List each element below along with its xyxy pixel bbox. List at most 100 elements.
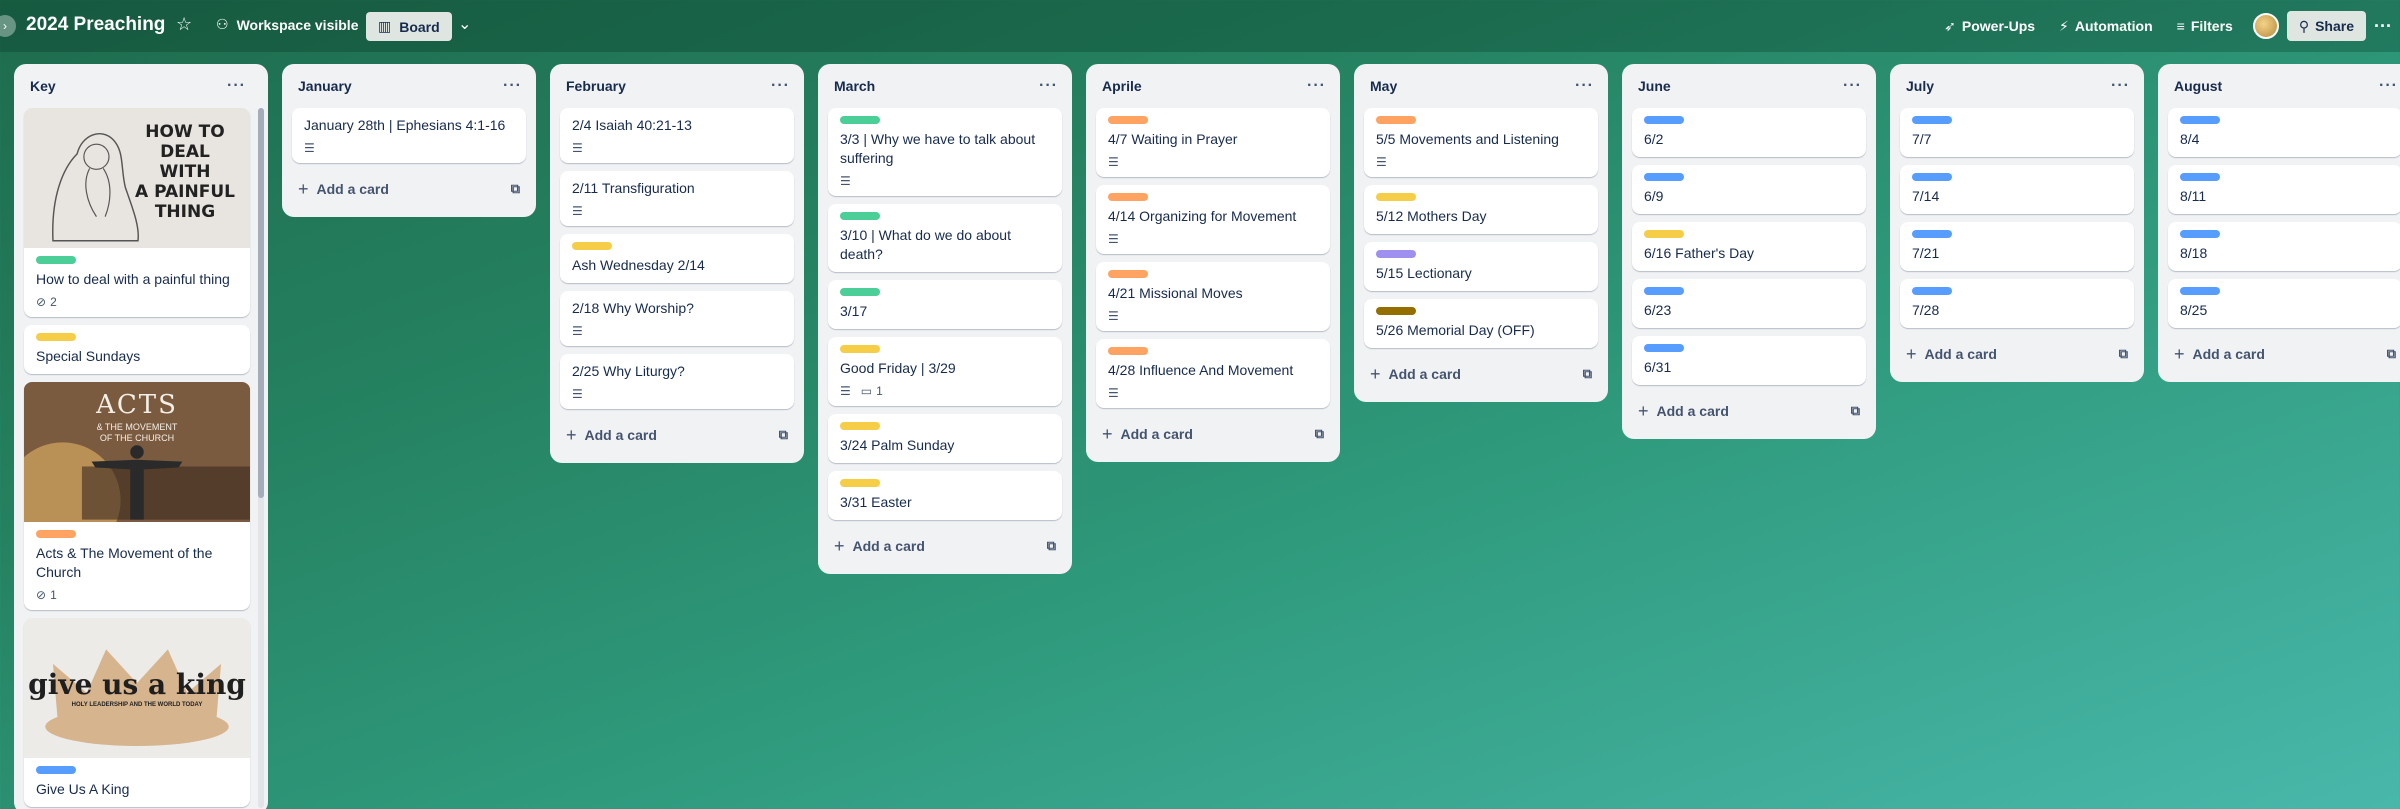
- add-card-button[interactable]: + Add a card ⧉: [1096, 416, 1330, 452]
- list-card[interactable]: 6/2: [1632, 108, 1866, 157]
- list-header[interactable]: March ···: [828, 64, 1062, 108]
- label-yellow[interactable]: [1376, 193, 1416, 201]
- add-card-button[interactable]: + Add a card ⧉: [1632, 393, 1866, 429]
- list-card[interactable]: 4/28 Influence And Movement ☰: [1096, 339, 1330, 408]
- chevron-down-icon[interactable]: ⌄: [458, 14, 471, 34]
- label-orange[interactable]: [1108, 116, 1148, 124]
- list-card[interactable]: 5/15 Lectionary: [1364, 242, 1598, 291]
- list-card[interactable]: 3/31 Easter: [828, 471, 1062, 520]
- label-orange[interactable]: [1108, 347, 1148, 355]
- label-green[interactable]: [840, 288, 880, 296]
- label-purple[interactable]: [1376, 250, 1416, 258]
- label-blue[interactable]: [1912, 287, 1952, 295]
- list-scrollbar-thumb[interactable]: [258, 108, 264, 498]
- label-orange[interactable]: [1108, 193, 1148, 201]
- list-card[interactable]: 8/25: [2168, 279, 2400, 328]
- template-icon[interactable]: ⧉: [1315, 426, 1324, 442]
- list-card[interactable]: 3/10 | What do we do about death?: [828, 204, 1062, 272]
- list-header[interactable]: January ···: [292, 64, 526, 108]
- template-icon[interactable]: ⧉: [2387, 346, 2396, 362]
- list-header[interactable]: Key ···: [24, 64, 250, 108]
- share-button[interactable]: ⚲ Share: [2286, 11, 2367, 41]
- label-brown[interactable]: [1376, 307, 1416, 315]
- label-blue[interactable]: [1644, 116, 1684, 124]
- list-card[interactable]: ACTS & THE MOVEMENT OF THE CHURCH Acts &…: [24, 382, 250, 610]
- list-card[interactable]: 4/7 Waiting in Prayer ☰: [1096, 108, 1330, 177]
- label-blue[interactable]: [1644, 173, 1684, 181]
- list-menu-icon[interactable]: ···: [1307, 77, 1326, 95]
- list-header[interactable]: February ···: [560, 64, 794, 108]
- list-card[interactable]: Ash Wednesday 2/14: [560, 234, 794, 283]
- label-green[interactable]: [840, 212, 880, 220]
- list-header[interactable]: Aprile ···: [1096, 64, 1330, 108]
- label-green[interactable]: [840, 116, 880, 124]
- list-card[interactable]: 8/18: [2168, 222, 2400, 271]
- label-blue[interactable]: [1644, 287, 1684, 295]
- list-card[interactable]: 4/21 Missional Moves ☰: [1096, 262, 1330, 331]
- label-blue[interactable]: [1912, 230, 1952, 238]
- list-card[interactable]: 3/3 | Why we have to talk about sufferin…: [828, 108, 1062, 196]
- add-card-button[interactable]: + Add a card ⧉: [1364, 356, 1598, 392]
- template-icon[interactable]: ⧉: [1851, 403, 1860, 419]
- add-card-button[interactable]: + Add a card ⧉: [560, 417, 794, 453]
- more-icon[interactable]: ···: [2366, 16, 2400, 37]
- template-icon[interactable]: ⧉: [2119, 346, 2128, 362]
- label-yellow[interactable]: [840, 479, 880, 487]
- list-menu-icon[interactable]: ···: [1039, 77, 1058, 95]
- list-menu-icon[interactable]: ···: [227, 77, 246, 95]
- label-blue[interactable]: [2180, 173, 2220, 181]
- list-header[interactable]: May ···: [1364, 64, 1598, 108]
- template-icon[interactable]: ⧉: [1047, 538, 1056, 554]
- list-header[interactable]: July ···: [1900, 64, 2134, 108]
- list-card[interactable]: 6/9: [1632, 165, 1866, 214]
- list-card[interactable]: 2/4 Isaiah 40:21-13 ☰: [560, 108, 794, 163]
- list-card[interactable]: 5/5 Movements and Listening ☰: [1364, 108, 1598, 177]
- list-card[interactable]: Good Friday | 3/29 ☰ ▭ 1: [828, 337, 1062, 406]
- list-card[interactable]: 7/14: [1900, 165, 2134, 214]
- list-card[interactable]: 6/23: [1632, 279, 1866, 328]
- list-header[interactable]: June ···: [1632, 64, 1866, 108]
- template-icon[interactable]: ⧉: [779, 427, 788, 443]
- list-card[interactable]: 2/25 Why Liturgy? ☰: [560, 354, 794, 409]
- label-yellow[interactable]: [1644, 230, 1684, 238]
- add-card-button[interactable]: + Add a card ⧉: [828, 528, 1062, 564]
- list-card[interactable]: 3/24 Palm Sunday: [828, 414, 1062, 463]
- list-menu-icon[interactable]: ···: [503, 77, 522, 95]
- label-orange[interactable]: [1376, 116, 1416, 124]
- list-card[interactable]: 5/12 Mothers Day: [1364, 185, 1598, 234]
- label-blue[interactable]: [36, 766, 76, 774]
- list-card[interactable]: give us a king HOLY LEADERSHIP AND THE W…: [24, 618, 250, 807]
- list-card[interactable]: 6/16 Father's Day: [1632, 222, 1866, 271]
- power-ups-button[interactable]: ➶ Power-Ups: [1932, 10, 2047, 42]
- automation-button[interactable]: ⚡ Automation: [2047, 10, 2165, 42]
- label-blue[interactable]: [1912, 116, 1952, 124]
- filters-button[interactable]: ≡ Filters: [2165, 10, 2245, 42]
- list-card[interactable]: 7/28: [1900, 279, 2134, 328]
- add-card-button[interactable]: + Add a card ⧉: [1900, 336, 2134, 372]
- label-yellow[interactable]: [36, 333, 76, 341]
- list-menu-icon[interactable]: ···: [771, 77, 790, 95]
- list-card[interactable]: 3/17: [828, 280, 1062, 329]
- label-blue[interactable]: [1644, 344, 1684, 352]
- list-card[interactable]: HOW TO DEAL WITH A PAINFUL THING How to …: [24, 108, 250, 317]
- template-icon[interactable]: ⧉: [511, 181, 520, 197]
- list-card[interactable]: 4/14 Organizing for Movement ☰: [1096, 185, 1330, 254]
- avatar[interactable]: [2252, 13, 2279, 39]
- label-blue[interactable]: [2180, 116, 2220, 124]
- label-orange[interactable]: [1108, 270, 1148, 278]
- label-blue[interactable]: [2180, 230, 2220, 238]
- star-icon[interactable]: ☆: [176, 14, 192, 35]
- label-orange[interactable]: [36, 530, 76, 538]
- board-view-button[interactable]: ▥ Board: [366, 12, 452, 41]
- list-card[interactable]: 2/18 Why Worship? ☰: [560, 291, 794, 346]
- list-menu-icon[interactable]: ···: [2379, 77, 2398, 95]
- list-menu-icon[interactable]: ···: [2111, 77, 2130, 95]
- list-menu-icon[interactable]: ···: [1843, 77, 1862, 95]
- list-card[interactable]: 6/31: [1632, 336, 1866, 385]
- add-card-button[interactable]: + Add a card ⧉: [2168, 336, 2400, 372]
- list-header[interactable]: August ···: [2168, 64, 2400, 108]
- list-card[interactable]: January 28th | Ephesians 4:1-16 ☰: [292, 108, 526, 163]
- list-card[interactable]: 7/7: [1900, 108, 2134, 157]
- list-menu-icon[interactable]: ···: [1575, 77, 1594, 95]
- label-blue[interactable]: [1912, 173, 1952, 181]
